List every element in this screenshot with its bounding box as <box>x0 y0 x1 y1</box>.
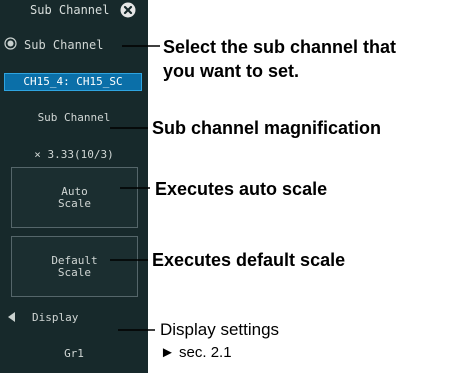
annotation-display-line1: Display settings <box>160 320 280 339</box>
annotation-display-line2: ► sec. 2.1 <box>160 344 232 361</box>
annotation-sub-channel-line2: you want to set. <box>163 61 300 81</box>
annotation-magnification: Sub channel magnification <box>152 118 382 138</box>
annotation-auto-scale: Executes auto scale <box>155 179 328 199</box>
annotation-sub-channel-line1: Select the sub channel that <box>163 37 397 57</box>
annotation-default-scale: Executes default scale <box>152 250 346 270</box>
